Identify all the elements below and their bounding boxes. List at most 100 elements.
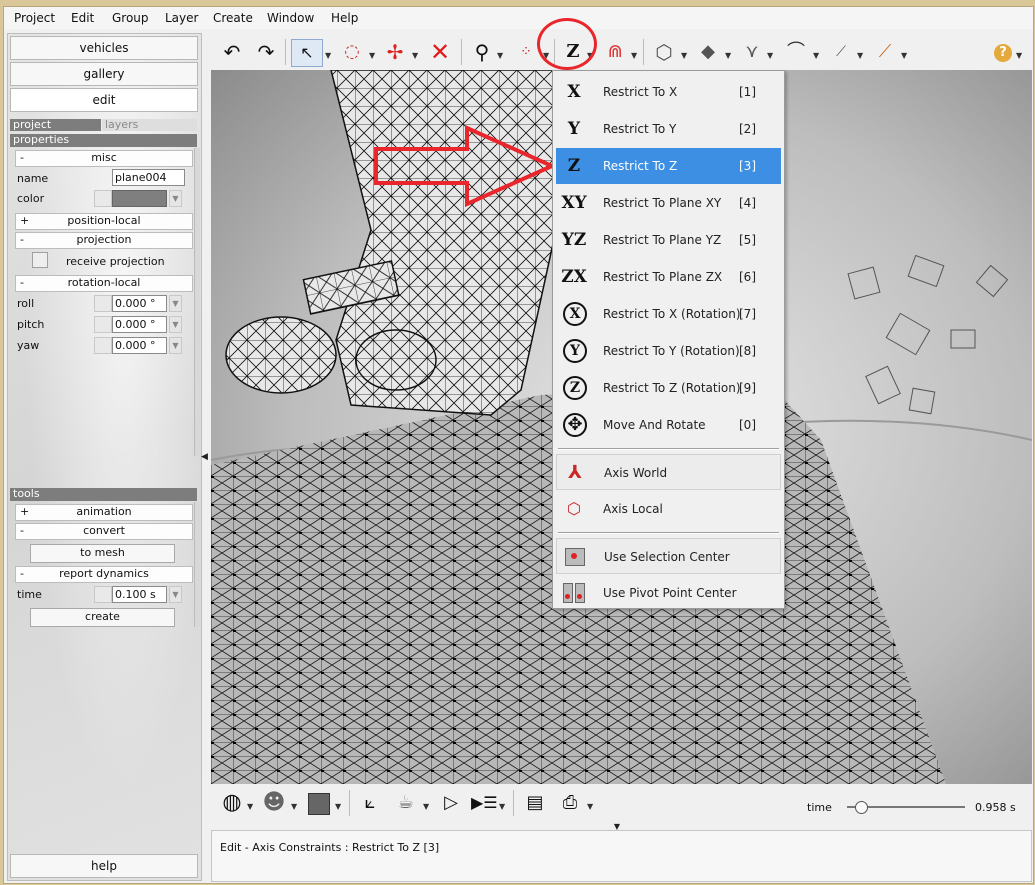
render-sphere-icon[interactable]: ◍: [219, 789, 245, 817]
menu-item-restrict-plane-xy[interactable]: XY Restrict To Plane XY [4]: [556, 185, 781, 221]
create-button[interactable]: create: [30, 608, 175, 627]
time-label: time: [17, 588, 42, 601]
plane-zx-icon: ZX: [561, 267, 587, 287]
tools-scrollbar[interactable]: [194, 502, 200, 627]
position-local-group-header[interactable]: + position-local: [15, 213, 193, 230]
printer-dropdown-arrow[interactable]: ▼: [587, 802, 593, 811]
time-slider-thumb[interactable]: [854, 801, 868, 814]
folded-shape-icon[interactable]: ⋎: [739, 38, 765, 66]
menu-item-restrict-plane-zx[interactable]: ZX Restrict To Plane ZX [6]: [556, 259, 781, 295]
magnet-dropdown-arrow[interactable]: ▼: [631, 51, 637, 60]
tab-layers[interactable]: layers: [102, 119, 197, 131]
head-shading-icon[interactable]: ☻: [261, 789, 287, 817]
redo-icon[interactable]: ↷: [253, 38, 279, 66]
name-input[interactable]: plane004: [112, 169, 185, 186]
zoom-dropdown-arrow[interactable]: ▼: [497, 51, 503, 60]
color-dropdown-arrow[interactable]: ▼: [335, 802, 341, 811]
curve-dropdown-arrow[interactable]: ▼: [813, 51, 819, 60]
graph-icon[interactable]: ⟀: [357, 789, 383, 817]
printer-icon[interactable]: ⎙: [557, 789, 583, 817]
menu-item-restrict-z-rotation[interactable]: Z Restrict To Z (Rotation) [9]: [556, 370, 781, 406]
menu-project[interactable]: Project: [14, 11, 55, 25]
yaw-input[interactable]: 0.000 °: [112, 337, 167, 354]
convert-group-header[interactable]: - convert: [15, 523, 193, 540]
vehicles-button[interactable]: vehicles: [10, 36, 198, 60]
animation-group-header[interactable]: + animation: [15, 504, 193, 521]
teapot-dropdown-arrow[interactable]: ▼: [423, 802, 429, 811]
help-question-icon[interactable]: ?: [994, 44, 1012, 62]
roll-spinner[interactable]: ▼: [169, 295, 182, 312]
select-arrow-icon[interactable]: ↖: [291, 39, 323, 67]
menu-item-restrict-y[interactable]: Y Restrict To Y [2]: [556, 111, 781, 147]
color-picker[interactable]: [112, 190, 167, 207]
to-mesh-button[interactable]: to mesh: [30, 544, 175, 563]
time-input[interactable]: 0.100 s: [112, 586, 167, 603]
menu-item-restrict-plane-yz[interactable]: YZ Restrict To Plane YZ [5]: [556, 222, 781, 258]
pitch-spinner[interactable]: ▼: [169, 316, 182, 333]
panel-collapse-handle[interactable]: ◀: [201, 449, 209, 465]
select-dropdown-arrow[interactable]: ▼: [325, 51, 331, 60]
help-dropdown-arrow[interactable]: ▼: [1016, 51, 1022, 60]
help-button[interactable]: help: [10, 854, 198, 878]
pitch-input[interactable]: 0.000 °: [112, 316, 167, 333]
menu-item-move-and-rotate[interactable]: ✥ Move And Rotate [0]: [556, 407, 781, 443]
menu-create[interactable]: Create: [213, 11, 253, 25]
tab-project[interactable]: project: [10, 119, 101, 131]
properties-scrollbar[interactable]: [194, 148, 200, 456]
menu-window[interactable]: Window: [267, 11, 314, 25]
menu-item-restrict-y-rotation[interactable]: Y Restrict To Y (Rotation) [8]: [556, 333, 781, 369]
box-dropdown-arrow[interactable]: ▼: [681, 51, 687, 60]
shape-dropdown-arrow[interactable]: ▼: [767, 51, 773, 60]
document-icon[interactable]: ▤: [523, 789, 547, 817]
menu-item-axis-world[interactable]: ⅄ Axis World: [556, 454, 781, 490]
playlist-dropdown-arrow[interactable]: ▼: [499, 802, 505, 811]
projection-group-header[interactable]: - projection: [15, 232, 193, 249]
color-square-icon[interactable]: [307, 789, 331, 817]
zoom-magnifier-icon[interactable]: ⚲: [468, 38, 496, 66]
menu-group[interactable]: Group: [112, 11, 149, 25]
undo-icon[interactable]: ↶: [219, 38, 245, 66]
measure-dropdown-arrow[interactable]: ▼: [857, 51, 863, 60]
plane-primitive-icon[interactable]: ◆: [695, 38, 721, 66]
rotation-local-group-header[interactable]: - rotation-local: [15, 275, 193, 292]
edit-button[interactable]: edit: [10, 88, 198, 112]
gallery-button[interactable]: gallery: [10, 62, 198, 86]
time-spinner[interactable]: ▼: [169, 586, 182, 603]
shading-dropdown-arrow[interactable]: ▼: [291, 802, 297, 811]
receive-projection-checkbox[interactable]: [32, 252, 48, 268]
menu-item-use-selection-center[interactable]: Use Selection Center: [556, 538, 781, 574]
bone-tool-icon[interactable]: ⟋: [871, 38, 899, 66]
transform-dropdown-arrow[interactable]: ▼: [412, 51, 418, 60]
roll-input[interactable]: 0.000 °: [112, 295, 167, 312]
plane-dropdown-arrow[interactable]: ▼: [725, 51, 731, 60]
menu-item-shortcut: [1]: [739, 85, 756, 99]
collapse-sign: -: [20, 151, 24, 164]
bone-dropdown-arrow[interactable]: ▼: [901, 51, 907, 60]
menu-item-shortcut: [6]: [739, 270, 756, 284]
magnet-icon[interactable]: ⋒: [601, 38, 629, 66]
menu-edit[interactable]: Edit: [71, 11, 94, 25]
menu-item-restrict-x-rotation[interactable]: X Restrict To X (Rotation) [7]: [556, 296, 781, 332]
yaw-spinner[interactable]: ▼: [169, 337, 182, 354]
report-dynamics-group-header[interactable]: - report dynamics: [15, 566, 193, 583]
menu-item-label: Restrict To X (Rotation): [603, 307, 741, 321]
menu-item-restrict-z[interactable]: Z Restrict To Z [3]: [556, 148, 781, 184]
render-dropdown-arrow[interactable]: ▼: [247, 802, 253, 811]
menu-item-use-pivot-point-center[interactable]: Use Pivot Point Center: [556, 575, 781, 611]
menu-layer[interactable]: Layer: [165, 11, 198, 25]
color-dropdown-arrow[interactable]: ▼: [169, 190, 182, 207]
playlist-icon[interactable]: ▶☰: [471, 789, 498, 817]
menu-item-restrict-x[interactable]: X Restrict To X [1]: [556, 74, 781, 110]
curve-tool-icon[interactable]: ⌒: [783, 38, 809, 66]
menu-help[interactable]: Help: [331, 11, 358, 25]
teapot-icon[interactable]: ☕: [391, 789, 421, 817]
measure-tool-icon[interactable]: ⟋: [827, 38, 855, 66]
delete-icon[interactable]: ✕: [426, 38, 454, 66]
menu-item-axis-local[interactable]: ⬡ Axis Local: [556, 491, 781, 527]
box-primitive-icon[interactable]: ⬡: [651, 38, 677, 66]
misc-group-header[interactable]: - misc: [15, 150, 193, 167]
lasso-dropdown-arrow[interactable]: ▼: [369, 51, 375, 60]
lasso-select-icon[interactable]: ◌: [339, 38, 365, 66]
play-icon[interactable]: ▷: [439, 789, 463, 817]
transform-gizmo-icon[interactable]: ✢: [381, 38, 409, 66]
